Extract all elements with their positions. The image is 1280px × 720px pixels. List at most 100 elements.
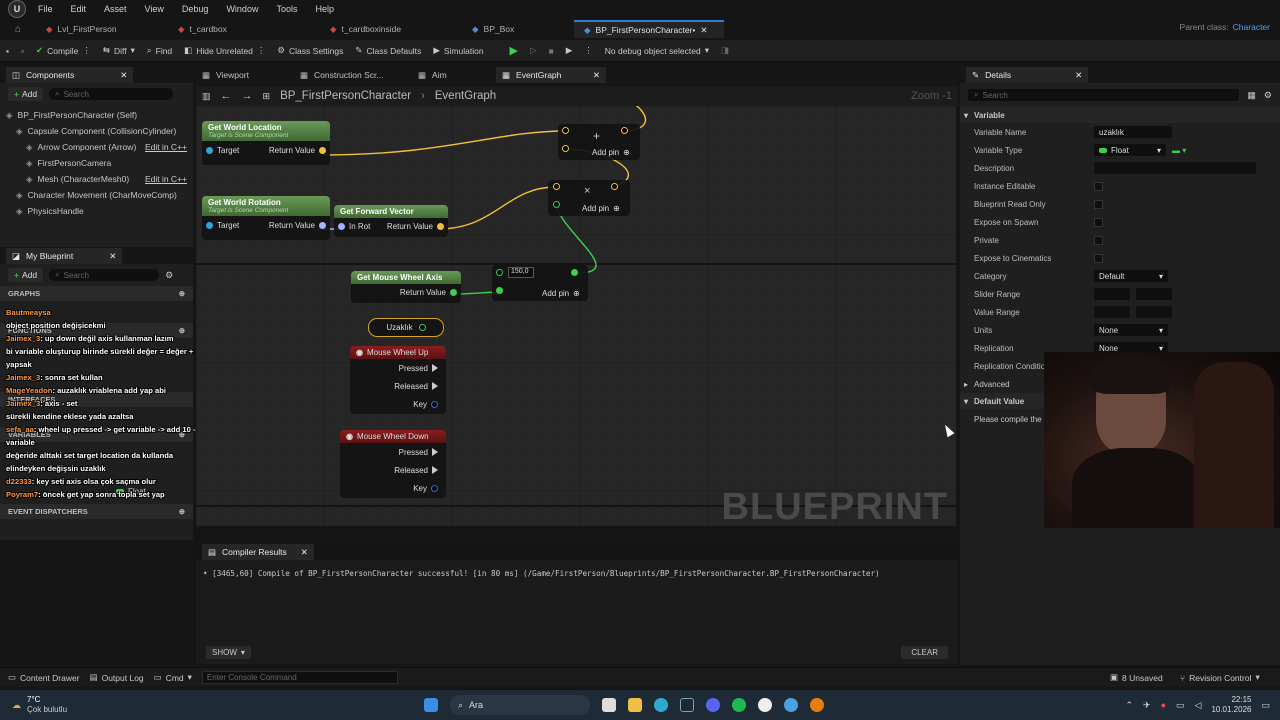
save-icon[interactable]: ▪ — [0, 41, 15, 61]
weather-widget[interactable]: ☁ 7°C Çok bulutlu — [0, 695, 200, 715]
in-rot-pin[interactable]: In Rot — [338, 219, 370, 233]
blender-icon[interactable] — [810, 698, 824, 712]
cmd-select[interactable]: ▭ Cmd ▾ — [154, 672, 192, 683]
node-multiply-float[interactable]: 150,0 Add pin ⊕ — [492, 265, 588, 301]
add-pin-button[interactable]: Add pin ⊕ — [592, 148, 630, 157]
component-item[interactable]: ◈ PhysicsHandle — [6, 203, 187, 219]
compile-button[interactable]: ✔ Compile ⋮ — [30, 41, 97, 61]
document-tab[interactable]: ◆ t_cardboxinside — [320, 20, 460, 38]
edge-icon[interactable] — [654, 698, 668, 712]
app-icon[interactable] — [784, 698, 798, 712]
components-search-input[interactable]: ⌕ Search — [49, 88, 174, 100]
float-pin-icon[interactable] — [418, 324, 426, 331]
node-get-world-rotation[interactable]: Get World Rotation Target is Scene Compo… — [202, 196, 330, 240]
clear-button[interactable]: CLEAR — [901, 646, 948, 659]
variable-name-input[interactable]: uzaklık — [1094, 126, 1172, 138]
file-explorer-icon[interactable] — [628, 698, 642, 712]
tab-compiler-results[interactable]: ▤ Compiler Results ✕ — [202, 544, 314, 560]
target-pin[interactable]: Target — [206, 218, 239, 232]
unreal-logo-icon[interactable]: U — [8, 0, 26, 18]
pressed-pin[interactable]: Pressed — [350, 361, 438, 375]
document-tab[interactable]: ◆ t_cardbox — [168, 20, 318, 38]
graph-tab[interactable]: ▦ Construction Scr... — [294, 67, 412, 83]
close-icon[interactable]: ✕ — [593, 70, 600, 81]
steam-icon[interactable] — [680, 698, 694, 712]
my-blueprint-search-input[interactable]: ⌕ Search — [49, 269, 160, 281]
task-view-icon[interactable] — [602, 698, 616, 712]
windows-start-icon[interactable] — [424, 698, 438, 712]
key-pin[interactable]: Key — [350, 397, 438, 411]
menu-item-view[interactable]: View — [145, 4, 164, 14]
variable-type-select[interactable]: Float ▾ — [1094, 144, 1166, 156]
description-input[interactable] — [1094, 162, 1256, 174]
more-icon[interactable]: ⋮ — [82, 45, 91, 56]
document-tab[interactable]: ◆ BP_FirstPersonCharacter• ✕ — [574, 20, 724, 38]
menu-item-help[interactable]: Help — [315, 4, 334, 14]
return-pin[interactable]: Return Value — [269, 143, 326, 157]
menu-item-asset[interactable]: Asset — [104, 4, 127, 14]
menu-item-window[interactable]: Window — [226, 4, 258, 14]
node-get-forward-vector[interactable]: Get Forward Vector In Rot Return Value — [334, 205, 448, 237]
back-icon[interactable]: ← — [221, 90, 232, 102]
edit-in-cpp-link[interactable]: Edit in C++ — [145, 142, 187, 152]
node-get-mouse-wheel-axis[interactable]: Get Mouse Wheel Axis Return Value — [351, 271, 461, 303]
multiplier-value-input[interactable]: 150,0 — [508, 267, 534, 278]
add-pin-button[interactable]: Add pin ⊕ — [582, 204, 620, 213]
content-drawer-button[interactable]: ▭ Content Drawer — [8, 672, 80, 683]
add-pin-button[interactable]: Add pin ⊕ — [542, 289, 580, 298]
range-max-input[interactable] — [1136, 288, 1172, 300]
diff-button[interactable]: ⇆ Diff ▾ — [97, 41, 141, 61]
show-button[interactable]: SHOW ▾ — [206, 646, 251, 659]
node-add-vector[interactable]: + Add pin ⊕ — [558, 124, 640, 160]
details-search-input[interactable]: ⌕ Search — [968, 89, 1240, 101]
edit-in-cpp-link[interactable]: Edit in C++ — [145, 174, 187, 184]
simulation-button[interactable]: ▶ Simulation — [427, 41, 489, 61]
key-pin[interactable]: Key — [340, 481, 438, 495]
chevron-up-icon[interactable]: ⌃ — [1125, 700, 1133, 711]
hide-unrelated-button[interactable]: ◧ Hide Unrelated ⋮ — [178, 41, 271, 61]
float-pin-icon[interactable] — [571, 269, 578, 276]
component-item[interactable]: ◈ Arrow Component (Arrow) Edit in C++ — [6, 139, 187, 155]
vector-pin-icon[interactable] — [621, 127, 628, 134]
breadcrumb-root[interactable]: BP_FirstPersonCharacter — [280, 90, 411, 102]
monitor-icon[interactable]: ▭ — [1176, 700, 1185, 711]
node-mouse-wheel-down[interactable]: ◉ Mouse Wheel Down Pressed Released Key — [340, 430, 446, 498]
notification-icon[interactable]: ▭ — [1261, 700, 1270, 711]
graph-tab[interactable]: ▦ Aim — [412, 67, 496, 83]
network-off-icon[interactable]: ✈ — [1143, 700, 1151, 711]
component-item[interactable]: ◈ BP_FirstPersonCharacter (Self) — [6, 107, 187, 123]
gear-icon[interactable]: ⚙ — [1264, 90, 1272, 101]
eject-icon[interactable]: ▶ — [560, 41, 579, 61]
vector-pin-icon[interactable] — [562, 145, 569, 152]
checkbox[interactable] — [1094, 235, 1103, 245]
parent-class-value[interactable]: Character — [1233, 22, 1270, 32]
component-item[interactable]: ◈ Mesh (CharacterMesh0) Edit in C++ — [6, 171, 187, 187]
node-uzaklik-variable[interactable]: Uzaklık — [368, 318, 444, 337]
checkbox[interactable] — [1094, 199, 1103, 209]
play-button[interactable]: ▶ — [504, 41, 524, 61]
menu-item-debug[interactable]: Debug — [182, 4, 209, 14]
dropdown-select[interactable]: None ▾ — [1094, 324, 1168, 336]
variable-section-header[interactable]: ▾ Variable — [960, 107, 1280, 123]
return-pin[interactable]: Return Value — [400, 285, 457, 299]
step-icon[interactable]: ▷ — [524, 41, 543, 61]
clock-time[interactable]: 22:15 — [1211, 695, 1251, 705]
stop-icon[interactable]: ■ — [543, 41, 560, 61]
graph-menu-icon[interactable]: ▥ — [202, 91, 211, 102]
volume-icon[interactable]: ◁ — [1195, 700, 1202, 711]
node-multiply-vector[interactable]: × Add pin ⊕ — [548, 180, 630, 216]
return-pin[interactable]: Return Value — [387, 219, 444, 233]
float-pin-icon[interactable] — [496, 287, 503, 294]
debug-object-select[interactable]: No debug object selected ▾ — [599, 41, 715, 61]
graph-tab[interactable]: ▦ EventGraph ✕ — [496, 67, 606, 83]
component-item[interactable]: ◈ FirstPersonCamera — [6, 155, 187, 171]
class-settings-button[interactable]: ⚙ Class Settings — [271, 41, 349, 61]
menu-item-file[interactable]: File — [38, 4, 53, 14]
class-defaults-button[interactable]: ✎ Class Defaults — [349, 41, 427, 61]
debug-filter-icon[interactable]: ◨ — [715, 41, 735, 61]
menu-item-tools[interactable]: Tools — [276, 4, 297, 14]
component-item[interactable]: ◈ Capsule Component (CollisionCylinder) — [6, 123, 187, 139]
float-pin-icon[interactable] — [553, 201, 560, 208]
more-icon[interactable]: ⋮ — [257, 45, 266, 56]
event-graph-canvas[interactable]: Get World Location Target is Scene Compo… — [196, 106, 956, 526]
